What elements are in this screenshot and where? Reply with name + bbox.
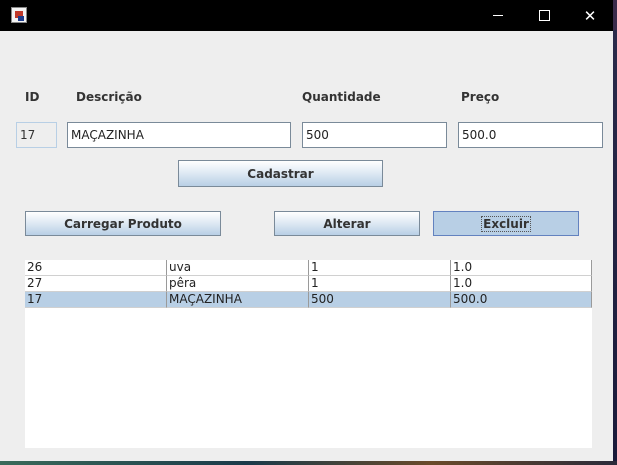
desktop-edge-bottom [0,461,617,465]
excluir-button[interactable]: Excluir [433,211,579,236]
alterar-button[interactable]: Alterar [274,211,420,236]
table-row[interactable]: 17 MAÇAZINHA 500 500.0 [25,292,592,308]
id-field[interactable]: 17 [16,122,57,148]
app-window: ✕ ID Descrição Quantidade Preço 17 MAÇAZ… [0,0,613,461]
table-row[interactable]: 27 pêra 1 1.0 [25,276,592,292]
table-cell: 1.0 [451,276,592,292]
title-bar[interactable]: ✕ [0,0,613,31]
table-cell: 1.0 [451,260,592,276]
table-cell: 26 [25,260,167,276]
table-cell: 27 [25,276,167,292]
table-cell: 1 [309,276,451,292]
minimize-icon [493,15,503,16]
preco-field[interactable]: 500.0 [458,122,603,148]
maximize-button[interactable] [521,0,567,31]
minimize-button[interactable] [475,0,521,31]
quantidade-field[interactable]: 500 [302,122,447,148]
maximize-icon [538,10,550,21]
table-cell: 17 [25,292,167,308]
close-icon: ✕ [583,6,597,25]
cadastrar-button[interactable]: Cadastrar [178,160,383,187]
table-cell: MAÇAZINHA [167,292,309,308]
desktop-edge-right [613,30,617,465]
descricao-label: Descrição [76,90,142,104]
product-table[interactable]: 26 uva 1 1.0 27 pêra 1 1.0 17 MAÇAZINHA 500 500.0 [25,260,592,448]
table-cell: 500 [309,292,451,308]
table-row[interactable]: 26 uva 1 1.0 [25,260,592,276]
table-cell: 500.0 [451,292,592,308]
table-cell: pêra [167,276,309,292]
alterar-button-label: Alterar [323,216,371,231]
quantidade-label: Quantidade [302,90,381,104]
close-button[interactable]: ✕ [567,0,613,31]
cadastrar-button-label: Cadastrar [247,166,314,181]
id-label: ID [25,90,40,104]
descricao-field[interactable]: MAÇAZINHA [67,122,291,148]
table-cell: 1 [309,260,451,276]
app-icon[interactable] [11,7,27,23]
table-cell: uva [167,260,309,276]
carregar-produto-button[interactable]: Carregar Produto [25,211,221,236]
excluir-button-label: Excluir [481,215,531,232]
preco-label: Preço [461,90,500,104]
carregar-produto-button-label: Carregar Produto [64,216,182,231]
